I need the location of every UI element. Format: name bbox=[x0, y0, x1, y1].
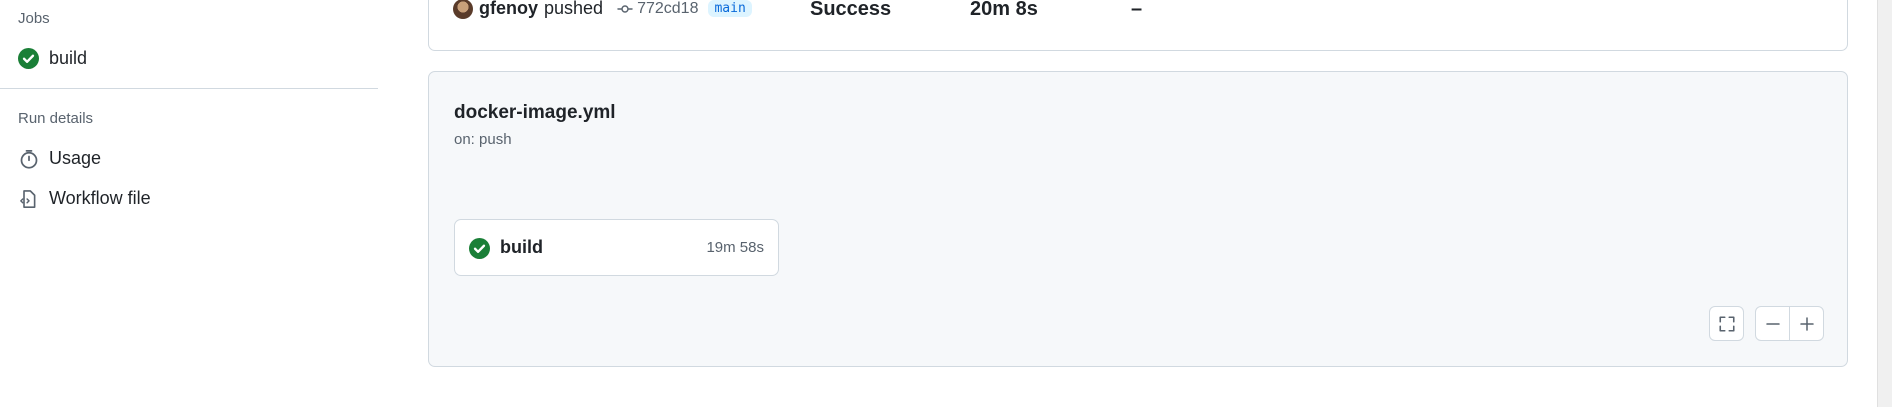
plus-icon bbox=[1799, 316, 1815, 332]
job-name: build bbox=[500, 237, 543, 257]
sidebar-job-label: build bbox=[49, 48, 88, 68]
commit-link[interactable]: 772cd18 bbox=[617, 0, 698, 18]
sidebar-job-build[interactable]: build bbox=[18, 48, 87, 69]
check-circle-icon bbox=[469, 238, 490, 259]
total-duration-value: 20m 8s bbox=[970, 0, 1038, 20]
run-details-section-title: Run details bbox=[18, 110, 94, 127]
sidebar-divider bbox=[0, 88, 378, 89]
git-commit-icon bbox=[617, 1, 633, 17]
sidebar-item-label: Usage bbox=[49, 148, 102, 168]
fullscreen-icon bbox=[1718, 315, 1736, 333]
workflow-trigger: on: push bbox=[454, 131, 512, 148]
workflow-graph-card: docker-image.yml on: push build 19m 58s bbox=[428, 71, 1848, 367]
sidebar: Jobs build Run details Usage Workflow fi… bbox=[0, 0, 378, 407]
jobs-section-title: Jobs bbox=[18, 10, 50, 27]
zoom-in-button[interactable] bbox=[1789, 306, 1824, 341]
file-code-icon bbox=[18, 188, 39, 209]
branch-badge[interactable]: main bbox=[708, 0, 752, 17]
minus-icon bbox=[1765, 316, 1781, 332]
actor-name[interactable]: gfenoy bbox=[479, 0, 538, 19]
check-circle-icon bbox=[18, 48, 39, 69]
status-value: Success bbox=[810, 0, 892, 20]
avatar[interactable] bbox=[453, 0, 473, 19]
workflow-name: docker-image.yml bbox=[454, 102, 616, 123]
artifacts-value: – bbox=[1131, 0, 1143, 20]
sidebar-item-label: Workflow file bbox=[49, 188, 151, 208]
zoom-out-button[interactable] bbox=[1755, 306, 1790, 341]
run-summary-card: gfenoy pushed 772cd18 main Success 20m 8… bbox=[428, 0, 1848, 51]
sidebar-item-workflow-file[interactable]: Workflow file bbox=[18, 188, 151, 209]
stopwatch-icon bbox=[18, 148, 39, 169]
summary-row: gfenoy pushed 772cd18 main Success 20m 8… bbox=[429, 0, 1847, 20]
page-scrollbar[interactable] bbox=[1877, 0, 1892, 407]
sidebar-item-usage[interactable]: Usage bbox=[18, 148, 101, 169]
actor-action: pushed bbox=[544, 0, 604, 18]
fullscreen-button[interactable] bbox=[1709, 306, 1744, 341]
trigger-info: gfenoy pushed 772cd18 main bbox=[453, 0, 752, 19]
job-duration: 19m 58s bbox=[706, 239, 764, 256]
job-node-build[interactable]: build 19m 58s bbox=[454, 219, 779, 276]
commit-sha: 772cd18 bbox=[637, 0, 699, 17]
